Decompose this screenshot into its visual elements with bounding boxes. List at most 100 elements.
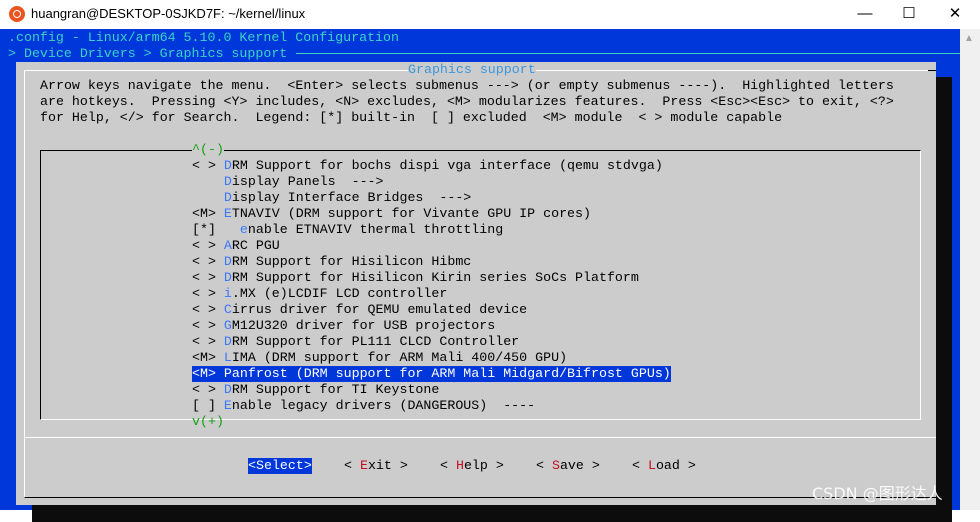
item-label: RM Support for Hisilicon Kirin series So… bbox=[231, 270, 639, 285]
breadcrumb: > Device Drivers > Graphics support bbox=[8, 46, 288, 61]
dialog-title: Graphics support bbox=[408, 62, 536, 78]
help-text: for Help, </> for Search. Legend: [*] bu… bbox=[40, 110, 783, 125]
scroll-up-indicator: ^(-) bbox=[192, 142, 224, 158]
button-hotkey: E bbox=[359, 458, 368, 473]
dialog-border-corner bbox=[928, 70, 936, 71]
item-label: IMA (DRM support for ARM Mali 400/450 GP… bbox=[231, 350, 568, 365]
item-label: isplay Panels ---> bbox=[231, 174, 384, 189]
item-state: < > bbox=[192, 254, 224, 269]
item-hotkey: D bbox=[223, 158, 232, 173]
menu-item[interactable]: < > DRM Support for Hisilicon Hibmc bbox=[192, 254, 471, 270]
item-label: RC PGU bbox=[231, 238, 280, 253]
item-label: RM Support for TI Keystone bbox=[231, 382, 440, 397]
button-bracket: < bbox=[632, 458, 648, 473]
item-state: < > bbox=[192, 238, 224, 253]
item-hotkey: G bbox=[223, 318, 232, 333]
item-state: < > bbox=[192, 270, 224, 285]
menu-item[interactable]: [ ] Enable legacy drivers (DANGEROUS) --… bbox=[192, 398, 535, 414]
scroll-down-indicator: v(+) bbox=[192, 414, 224, 429]
button-bracket: > bbox=[487, 458, 504, 473]
maximize-button[interactable]: ☐ bbox=[886, 2, 932, 26]
item-state: <M> bbox=[192, 206, 224, 221]
button-0[interactable]: <Select> bbox=[248, 458, 312, 474]
item-label: .MX (e)LCDIF LCD controller bbox=[231, 286, 448, 301]
item-state bbox=[192, 174, 224, 189]
button-hotkey: H bbox=[455, 458, 464, 473]
menu-item[interactable]: <M> ETNAVIV (DRM support for Vivante GPU… bbox=[192, 206, 591, 222]
item-hotkey: P bbox=[223, 366, 232, 381]
menu-dialog: Graphics support Arrow keys navigate the… bbox=[16, 62, 936, 505]
button-bracket: > bbox=[391, 458, 408, 473]
item-hotkey: e bbox=[239, 222, 248, 237]
item-hotkey: i bbox=[223, 286, 232, 301]
button-4[interactable]: < Load > bbox=[632, 458, 696, 474]
scrollbar[interactable]: ▲ bbox=[960, 29, 980, 510]
window-titlebar: huangran@DESKTOP-0SJKD7F: ~/kernel/linux… bbox=[0, 0, 980, 29]
menu-item[interactable]: < > DRM Support for bochs dispi vga inte… bbox=[192, 158, 663, 174]
scroll-up-arrow-icon[interactable]: ▲ bbox=[964, 33, 974, 44]
menu-item[interactable]: < > i.MX (e)LCDIF LCD controller bbox=[192, 286, 447, 302]
item-label: TNAVIV (DRM support for Vivante GPU IP c… bbox=[231, 206, 591, 221]
button-label: ave bbox=[559, 458, 584, 473]
terminal[interactable]: .config - Linux/arm64 5.10.0 Kernel Conf… bbox=[0, 29, 960, 522]
item-label: nable legacy drivers (DANGEROUS) ---- bbox=[231, 398, 536, 413]
item-label: nable ETNAVIV thermal throttling bbox=[247, 222, 504, 237]
item-hotkey: D bbox=[223, 270, 232, 285]
menu-item[interactable]: < > Cirrus driver for QEMU emulated devi… bbox=[192, 302, 527, 318]
button-bracket: < bbox=[344, 458, 360, 473]
watermark: CSDN @图形达人 bbox=[812, 484, 943, 503]
menu-item[interactable]: < > GM12U320 driver for USB projectors bbox=[192, 318, 495, 334]
menu-item[interactable]: Display Panels ---> bbox=[192, 174, 384, 190]
help-text: are hotkeys. Pressing <Y> includes, <N> … bbox=[40, 94, 894, 109]
menu-item[interactable]: < > DRM Support for TI Keystone bbox=[192, 382, 439, 398]
button-3[interactable]: < Save > bbox=[536, 458, 600, 474]
button-hotkey: L bbox=[647, 458, 656, 473]
item-state: <M> bbox=[192, 366, 224, 381]
menu-item[interactable]: Display Interface Bridges ---> bbox=[192, 190, 471, 206]
item-state: <M> bbox=[192, 350, 224, 365]
button-bracket: > bbox=[679, 458, 696, 473]
item-label: anfrost (DRM support for ARM Mali Midgar… bbox=[231, 366, 671, 381]
item-label: RM Support for bochs dispi vga interface… bbox=[231, 158, 663, 173]
item-state: < > bbox=[192, 382, 224, 397]
menu-item[interactable]: < > DRM Support for Hisilicon Kirin seri… bbox=[192, 270, 639, 286]
item-label: isplay Interface Bridges ---> bbox=[231, 190, 472, 205]
item-hotkey: D bbox=[223, 254, 232, 269]
button-separator bbox=[24, 437, 936, 438]
item-hotkey: D bbox=[223, 382, 232, 397]
item-state: [ ] bbox=[192, 398, 224, 413]
button-label: oad bbox=[655, 458, 680, 473]
item-hotkey: E bbox=[223, 398, 232, 413]
item-state: [*] bbox=[192, 222, 240, 237]
item-hotkey: E bbox=[223, 206, 232, 221]
item-hotkey: L bbox=[223, 350, 232, 365]
item-label: M12U320 driver for USB projectors bbox=[231, 318, 496, 333]
menu-item[interactable]: [*] enable ETNAVIV thermal throttling bbox=[192, 222, 503, 238]
menu-item[interactable]: < > DRM Support for PL111 CLCD Controlle… bbox=[192, 334, 519, 350]
close-button[interactable]: ✕ bbox=[932, 2, 978, 26]
item-hotkey: C bbox=[223, 302, 232, 317]
item-state: < > bbox=[192, 158, 224, 173]
button-1[interactable]: < Exit > bbox=[344, 458, 408, 474]
item-state bbox=[192, 190, 224, 205]
help-text: Arrow keys navigate the menu. <Enter> se… bbox=[40, 78, 894, 93]
button-hotkey: S bbox=[551, 458, 560, 473]
minimize-button[interactable]: — bbox=[842, 2, 888, 26]
button-2[interactable]: < Help > bbox=[440, 458, 504, 474]
config-line: .config - Linux/arm64 5.10.0 Kernel Conf… bbox=[8, 30, 399, 45]
item-label: RM Support for Hisilicon Hibmc bbox=[231, 254, 472, 269]
item-hotkey: A bbox=[223, 238, 232, 253]
menu-item[interactable]: <M> Panfrost (DRM support for ARM Mali M… bbox=[192, 366, 671, 382]
button-label: xit bbox=[367, 458, 392, 473]
button-label: elp bbox=[463, 458, 488, 473]
menu-item[interactable]: < > ARC PGU bbox=[192, 238, 280, 254]
item-hotkey: D bbox=[223, 334, 232, 349]
item-state: < > bbox=[192, 302, 224, 317]
item-state: < > bbox=[192, 334, 224, 349]
ubuntu-icon bbox=[9, 6, 25, 22]
menu-item[interactable]: <M> LIMA (DRM support for ARM Mali 400/4… bbox=[192, 350, 567, 366]
item-state: < > bbox=[192, 286, 224, 301]
button-bracket: < bbox=[536, 458, 552, 473]
item-hotkey: D bbox=[223, 190, 232, 205]
button-bracket: > bbox=[583, 458, 600, 473]
